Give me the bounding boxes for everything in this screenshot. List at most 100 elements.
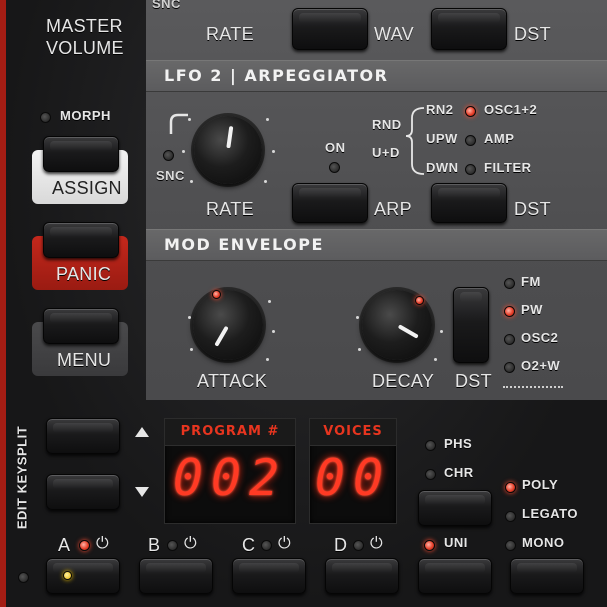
- menu-label: MENU: [57, 350, 112, 370]
- chr-label: CHR: [444, 465, 474, 480]
- arp-mode-ud: U+D: [372, 145, 400, 160]
- mod-env-dst-button[interactable]: [453, 287, 489, 363]
- arp-dir-upw: UPW: [426, 131, 458, 146]
- arp-on-label: ON: [325, 140, 346, 155]
- knob-pointer: [226, 125, 234, 149]
- lfo2-dst-osc: OSC1+2: [484, 102, 538, 117]
- slot-a-active-led: [63, 571, 72, 580]
- env-dst-fm: FM: [521, 274, 541, 289]
- top-rate-label: RATE: [206, 24, 254, 44]
- lfo2-rate-label: RATE: [206, 199, 254, 219]
- knob-pointer: [397, 324, 419, 339]
- arp-button[interactable]: [292, 183, 368, 223]
- lfo2-dst-label: DST: [514, 199, 551, 219]
- arp-dir-dwn: DWN: [426, 160, 459, 175]
- lfo2-dst-amp-led: [465, 135, 476, 146]
- morph-led: [40, 112, 51, 123]
- decay-led: [415, 296, 424, 305]
- arrow-down-icon: [135, 487, 149, 497]
- phs-led: [425, 440, 436, 451]
- slot-c-button[interactable]: [232, 558, 306, 594]
- slot-c-label: C: [242, 535, 256, 555]
- slot-a-led: [79, 540, 90, 551]
- lfo2-rate-knob[interactable]: [194, 116, 262, 184]
- slot-b-button[interactable]: [139, 558, 213, 594]
- lfo2-dst-amp: AMP: [484, 131, 515, 146]
- slot-a-label: A: [58, 535, 71, 555]
- attack-label: ATTACK: [197, 371, 268, 391]
- arp-label: ARP: [374, 199, 412, 219]
- uni-label: UNI: [444, 535, 468, 550]
- env-dst-divider: [503, 386, 563, 388]
- chr-led: [425, 469, 436, 480]
- arp-on-led: [329, 162, 340, 173]
- top-wave-button[interactable]: [292, 8, 368, 50]
- lfo2-snc-led: [163, 150, 174, 161]
- top-snc-label: SNC: [152, 0, 181, 11]
- env-dst-o2w: O2+W: [521, 358, 561, 373]
- slot-d-label: D: [334, 535, 348, 555]
- legato-led: [505, 511, 516, 522]
- slot-b-power-icon: ⏻: [184, 533, 197, 552]
- synth-panel: SNC RATE WAV DST LFO 2 | ARPEGGIATOR SNC…: [0, 0, 607, 607]
- poly-mono-button[interactable]: [510, 558, 584, 594]
- program-display: PROGRAM # 002: [164, 418, 296, 524]
- slot-c-led: [261, 540, 272, 551]
- mod-env-dst-label: DST: [455, 371, 492, 391]
- env-dst-o2w-led: [504, 362, 515, 373]
- phs-chr-button[interactable]: [418, 490, 492, 526]
- slot-d-button[interactable]: [325, 558, 399, 594]
- env-dst-osc2-led: [504, 334, 515, 345]
- program-up-button[interactable]: [46, 418, 120, 454]
- attack-led: [212, 290, 221, 299]
- top-wav-label: WAV: [374, 24, 414, 44]
- mono-label: MONO: [522, 535, 565, 550]
- top-dst-button[interactable]: [431, 8, 507, 50]
- edit-keysplit-label: EDIT KEYSPLIT: [14, 425, 30, 530]
- lfo2-dst-filter: FILTER: [484, 160, 532, 175]
- morph-label: MORPH: [60, 108, 111, 123]
- program-display-label: PROGRAM #: [165, 419, 295, 446]
- voices-display: VOICES 00: [309, 418, 397, 524]
- env-dst-osc2: OSC2: [521, 330, 559, 345]
- program-down-button[interactable]: [46, 474, 120, 510]
- master-volume-label-2: VOLUME: [46, 38, 124, 58]
- keysplit-led: [18, 572, 29, 583]
- slot-c-power-icon: ⏻: [278, 533, 291, 552]
- slot-a-power-icon: ⏻: [96, 533, 109, 552]
- master-volume-label-1: MASTER: [46, 16, 123, 36]
- menu-button[interactable]: [43, 308, 119, 344]
- mod-env-section-bar: MOD ENVELOPE: [146, 229, 607, 261]
- mono-led: [505, 540, 516, 551]
- program-number: 002: [172, 449, 288, 507]
- assign-label: ASSIGN: [52, 178, 122, 198]
- slot-a-button[interactable]: [46, 558, 120, 594]
- poly-label: POLY: [522, 477, 559, 492]
- lfo2-dst-button[interactable]: [431, 183, 507, 223]
- mod-env-title: MOD ENVELOPE: [164, 235, 324, 254]
- uni-button[interactable]: [418, 558, 492, 594]
- lfo2-section-bar: LFO 2 | ARPEGGIATOR: [146, 60, 607, 92]
- voices-number: 00: [314, 449, 392, 507]
- panic-button[interactable]: [43, 222, 119, 258]
- legato-label: LEGATO: [522, 506, 578, 521]
- phs-label: PHS: [444, 436, 473, 451]
- arp-mode-rnd: RND: [372, 117, 402, 132]
- poly-led: [505, 482, 516, 493]
- arp-bracket-icon: [405, 107, 425, 175]
- lfo2-snc-label: SNC: [156, 168, 185, 183]
- attack-knob[interactable]: [193, 290, 263, 360]
- env-dst-pw-led: [504, 306, 515, 317]
- env-dst-fm-led: [504, 278, 515, 289]
- red-side-strip: [0, 0, 6, 607]
- slot-d-led: [353, 540, 364, 551]
- voices-display-label: VOICES: [310, 419, 396, 446]
- lfo2-dst-filter-led: [465, 164, 476, 175]
- top-dst-label: DST: [514, 24, 551, 44]
- assign-button[interactable]: [43, 136, 119, 172]
- env-dst-pw: PW: [521, 302, 543, 317]
- arp-dir-rn2: RN2: [426, 102, 454, 117]
- slot-b-led: [167, 540, 178, 551]
- lfo2-dst-osc-led: [465, 106, 476, 117]
- sync-arc-icon: [169, 113, 188, 134]
